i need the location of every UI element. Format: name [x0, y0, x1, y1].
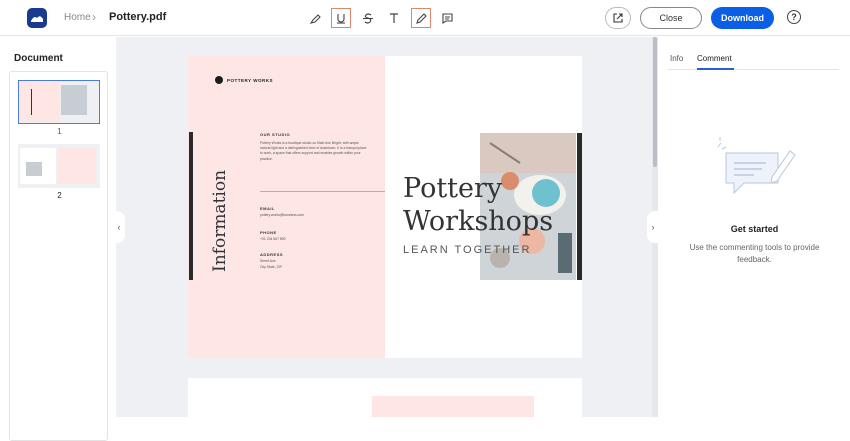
thumbnail-list: 1 2 [9, 71, 108, 441]
our-studio-text: Pottery Works is a boutique studio on Ma… [260, 141, 367, 161]
comments-panel: Info Comment Get started Use the comment… [659, 37, 850, 417]
sidebar-title: Document [14, 53, 63, 64]
pdf-page-2 [188, 378, 582, 417]
collapse-right-panel-button[interactable]: › [647, 211, 659, 243]
address-heading: ADDRESS [260, 252, 284, 257]
brand-logo-icon [215, 76, 223, 84]
active-tab-indicator [697, 68, 734, 70]
tab-info[interactable]: Info [670, 54, 683, 63]
app-logo-icon[interactable] [27, 8, 47, 28]
page-thumbnail-1[interactable] [18, 80, 100, 124]
tagline: LEARN TOGETHER [403, 244, 532, 256]
document-sidebar: Document 1 2 [0, 37, 116, 441]
page-number-2: 2 [57, 191, 62, 200]
information-title: Information [210, 169, 230, 273]
phone-heading: PHONE [260, 230, 277, 235]
email-value: pottery.works@business.com [260, 213, 305, 217]
close-button[interactable]: Close [640, 7, 702, 29]
address-line-1: Street Ave [260, 259, 276, 263]
tab-comment[interactable]: Comment [697, 54, 732, 63]
section-divider [260, 191, 385, 192]
empty-state-text: Use the commenting tools to provide feed… [689, 243, 820, 264]
phone-value: +01 234 567 890 [260, 237, 286, 241]
pencil-icon[interactable] [411, 8, 431, 28]
headline-line-2: Workshops [403, 206, 554, 237]
canvas-scrollbar-thumb[interactable] [653, 37, 657, 167]
brand-name: POTTERY WORKS [227, 77, 274, 83]
brand-mark: POTTERY WORKS [215, 76, 273, 84]
collapse-left-panel-button[interactable]: ‹ [113, 211, 125, 243]
headline: Pottery Workshops [403, 172, 553, 238]
breadcrumb-home[interactable]: Home [64, 12, 91, 23]
open-external-icon [613, 13, 623, 23]
our-studio-heading: OUR STUDIO [260, 132, 291, 137]
help-icon[interactable]: ? [787, 10, 801, 24]
page-accent-bar [189, 132, 193, 280]
comment-empty-illustration [717, 137, 796, 195]
download-button[interactable]: Download [711, 7, 774, 29]
address-line-2: City State, ZIP [260, 265, 282, 269]
breadcrumb-separator-icon: › [92, 10, 96, 24]
top-bar: Home › Pottery.pdf Close Download ? [0, 0, 850, 36]
photo-accent-bar [577, 133, 582, 280]
underline-icon[interactable] [331, 8, 351, 28]
email-heading: EMAIL [260, 206, 275, 211]
page-thumbnail-2[interactable] [18, 144, 100, 188]
headline-line-1: Pottery [403, 173, 503, 204]
empty-state-title: Get started [730, 224, 779, 234]
highlight-icon[interactable] [305, 8, 325, 28]
page-number-1: 1 [57, 127, 62, 136]
text-icon[interactable] [384, 8, 404, 28]
strikethrough-icon[interactable] [358, 8, 378, 28]
open-external-button[interactable] [605, 7, 631, 29]
tab-divider [668, 69, 839, 70]
comment-icon[interactable] [437, 8, 457, 28]
breadcrumb-file-name: Pottery.pdf [109, 11, 167, 23]
page-2-pink-panel [372, 396, 534, 417]
